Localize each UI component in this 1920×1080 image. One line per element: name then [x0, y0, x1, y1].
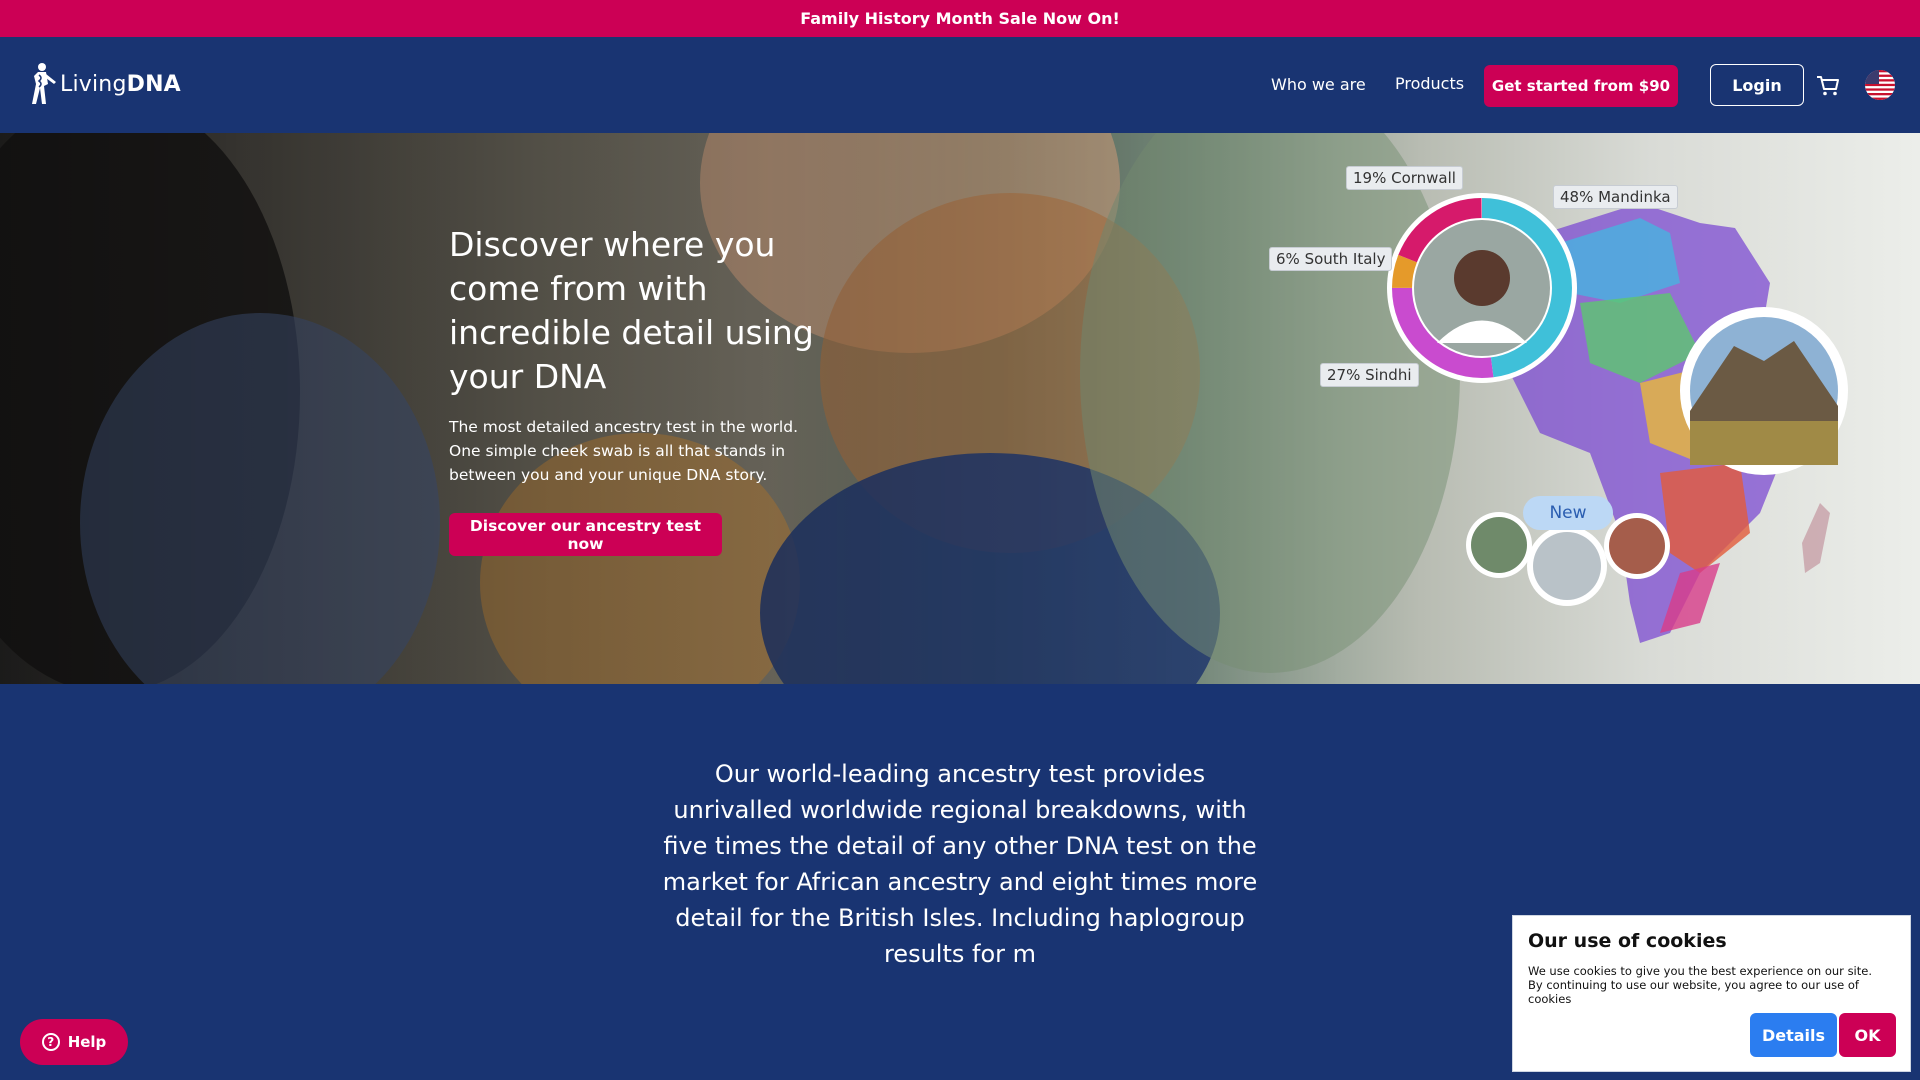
promo-text[interactable]: Family History Month Sale Now On!: [800, 9, 1120, 28]
help-label: Help: [67, 1033, 107, 1051]
living-dna-logo[interactable]: LivingDNA: [30, 61, 181, 107]
hero-title: Discover where you come from with incred…: [449, 225, 814, 396]
cookie-text: We use cookies to give you the best expe…: [1528, 964, 1872, 1006]
ancestry-label-cornwall: 19% Cornwall: [1346, 166, 1463, 190]
ancestry-infographic: [1387, 193, 1848, 643]
get-started-button[interactable]: Get started from $90: [1484, 65, 1678, 107]
cookie-banner: Our use of cookies We use cookies to giv…: [1512, 915, 1911, 1072]
login-button[interactable]: Login: [1710, 64, 1804, 106]
promo-bar[interactable]: Family History Month Sale Now On!: [0, 0, 1920, 37]
cookie-ok-button[interactable]: OK: [1839, 1013, 1896, 1057]
ancestry-label-south-italy: 6% South Italy: [1269, 247, 1393, 271]
nav-products[interactable]: Products: [1395, 74, 1485, 93]
help-button[interactable]: ? Help: [20, 1019, 128, 1065]
logo-text: LivingDNA: [60, 72, 181, 97]
intro-paragraph: Our world-leading ancestry test provides…: [662, 760, 1258, 968]
site-header: LivingDNA Who we are Products Get starte…: [0, 37, 1920, 133]
ancestry-label-sindhi: 27% Sindhi: [1320, 363, 1419, 387]
dna-person-logo-icon: [32, 63, 56, 104]
hero-subtitle: The most detailed ancestry test in the w…: [449, 418, 799, 484]
mountain-photo-circle: [1680, 307, 1848, 475]
nav-who-we-are[interactable]: Who we are: [1271, 75, 1411, 94]
hero-section: 19% Cornwall 48% Mandinka 6% South Italy…: [0, 133, 1920, 684]
ancestry-label-mandinka: 48% Mandinka: [1553, 185, 1678, 209]
ancestry-donut-chart: [1387, 193, 1577, 383]
madagascar: [1802, 503, 1830, 573]
cookie-details-button[interactable]: Details: [1750, 1013, 1837, 1057]
discover-ancestry-button[interactable]: Discover our ancestry test now: [449, 513, 722, 556]
question-icon: ?: [41, 1033, 60, 1051]
new-badge: New: [1523, 496, 1613, 530]
logo-text-bold: DNA: [126, 71, 181, 97]
cookie-title: Our use of cookies: [1528, 930, 1727, 952]
cart-icon[interactable]: [1816, 75, 1840, 97]
logo-text-light: Living: [60, 71, 127, 97]
us-flag-icon[interactable]: [1865, 70, 1895, 100]
